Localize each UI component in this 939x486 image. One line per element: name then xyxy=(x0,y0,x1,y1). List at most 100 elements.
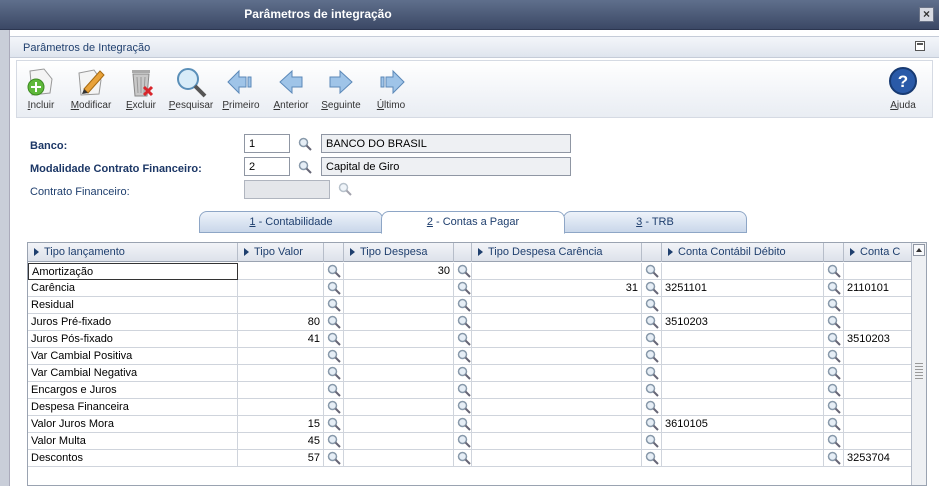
incluir-button[interactable]: Incluir xyxy=(17,65,65,111)
search-icon[interactable] xyxy=(457,281,471,295)
cell-debito[interactable] xyxy=(662,450,824,467)
cell-credito[interactable] xyxy=(844,399,912,416)
cell-lookup[interactable] xyxy=(824,382,844,399)
search-icon[interactable] xyxy=(827,366,841,380)
search-icon[interactable] xyxy=(457,332,471,346)
tab-contas-a-pagar[interactable]: 2 - Contas a Pagar xyxy=(381,211,565,234)
search-icon[interactable] xyxy=(327,264,341,278)
close-button[interactable]: × xyxy=(919,7,934,22)
search-icon[interactable] xyxy=(457,434,471,448)
cell-lookup[interactable] xyxy=(642,331,662,348)
cell-lookup[interactable] xyxy=(642,433,662,450)
cell-carencia[interactable]: 31 xyxy=(472,280,642,297)
col-header-tipo-despesa-carencia[interactable]: Tipo Despesa Carência xyxy=(472,243,642,262)
cell-lookup[interactable] xyxy=(454,348,472,365)
cell-credito[interactable] xyxy=(844,416,912,433)
pesquisar-button[interactable]: Pesquisar xyxy=(167,65,215,111)
cell-despesa[interactable]: 30 xyxy=(344,263,454,280)
search-icon[interactable] xyxy=(827,434,841,448)
cell-valor[interactable]: 80 xyxy=(238,314,324,331)
search-icon[interactable] xyxy=(827,315,841,329)
cell-lookup[interactable] xyxy=(824,433,844,450)
search-icon[interactable] xyxy=(827,298,841,312)
table-row[interactable]: Despesa Financeira xyxy=(28,399,912,416)
cell-despesa[interactable] xyxy=(344,314,454,331)
cell-credito[interactable] xyxy=(844,348,912,365)
cell-valor[interactable] xyxy=(238,348,324,365)
cell-despesa[interactable] xyxy=(344,399,454,416)
search-icon[interactable] xyxy=(645,315,659,329)
col-header-conta-contabil-debito[interactable]: Conta Contábil Débito xyxy=(662,243,824,262)
cell-lookup[interactable] xyxy=(824,331,844,348)
cell-lookup[interactable] xyxy=(642,450,662,467)
cell-credito[interactable] xyxy=(844,263,912,280)
cell-credito[interactable]: 3253704 xyxy=(844,450,912,467)
cell-carencia[interactable] xyxy=(472,263,642,280)
cell-carencia[interactable] xyxy=(472,416,642,433)
search-icon[interactable] xyxy=(827,332,841,346)
table-row[interactable]: Juros Pós-fixado 41 3510203 xyxy=(28,331,912,348)
table-row[interactable]: Residual xyxy=(28,297,912,314)
cell-debito[interactable]: 3610105 xyxy=(662,416,824,433)
search-icon[interactable] xyxy=(327,434,341,448)
search-icon[interactable] xyxy=(327,451,341,465)
cell-lookup[interactable] xyxy=(324,433,344,450)
search-icon[interactable] xyxy=(645,298,659,312)
cell-debito[interactable] xyxy=(662,297,824,314)
cell-valor[interactable]: 41 xyxy=(238,331,324,348)
contrato-code-input[interactable] xyxy=(244,180,330,199)
search-icon[interactable] xyxy=(327,332,341,346)
cell-valor[interactable]: 15 xyxy=(238,416,324,433)
cell-lookup[interactable] xyxy=(824,450,844,467)
search-icon[interactable] xyxy=(827,264,841,278)
cell-valor[interactable] xyxy=(238,382,324,399)
table-row[interactable]: Amortização 30 xyxy=(28,263,912,280)
cell-lookup[interactable] xyxy=(824,263,844,280)
search-icon[interactable] xyxy=(827,400,841,414)
search-icon[interactable] xyxy=(645,434,659,448)
minimize-icon[interactable] xyxy=(915,41,925,51)
search-icon[interactable] xyxy=(457,451,471,465)
search-icon[interactable] xyxy=(457,298,471,312)
cell-despesa[interactable] xyxy=(344,382,454,399)
col-header-conta-credito[interactable]: Conta C xyxy=(844,243,912,262)
table-row[interactable]: Valor Multa 45 xyxy=(28,433,912,450)
cell-lookup[interactable] xyxy=(324,263,344,280)
ultimo-button[interactable]: Último xyxy=(367,65,415,111)
cell-despesa[interactable] xyxy=(344,416,454,433)
cell-lookup[interactable] xyxy=(454,450,472,467)
cell-carencia[interactable] xyxy=(472,331,642,348)
search-icon[interactable] xyxy=(645,451,659,465)
search-icon[interactable] xyxy=(457,383,471,397)
cell-lookup[interactable] xyxy=(642,382,662,399)
cell-lookup[interactable] xyxy=(324,416,344,433)
cell-valor[interactable] xyxy=(238,280,324,297)
search-icon[interactable] xyxy=(645,264,659,278)
cell-debito[interactable]: 3251101 xyxy=(662,280,824,297)
cell-carencia[interactable] xyxy=(472,365,642,382)
table-row[interactable]: Juros Pré-fixado 80 3510203 xyxy=(28,314,912,331)
table-row[interactable]: Valor Juros Mora 15 3610105 xyxy=(28,416,912,433)
search-icon[interactable] xyxy=(327,298,341,312)
anterior-button[interactable]: Anterior xyxy=(267,65,315,111)
table-row[interactable]: Descontos 57 3253704 xyxy=(28,450,912,467)
cell-lookup[interactable] xyxy=(454,314,472,331)
modalidade-lookup-icon[interactable] xyxy=(298,160,312,174)
cell-lookup[interactable] xyxy=(642,399,662,416)
cell-lookup[interactable] xyxy=(642,365,662,382)
cell-lookup[interactable] xyxy=(324,297,344,314)
tab-contabilidade[interactable]: 1 - Contabilidade xyxy=(199,211,383,233)
cell-lookup[interactable] xyxy=(824,365,844,382)
primeiro-button[interactable]: Primeiro xyxy=(217,65,265,111)
cell-lookup[interactable] xyxy=(824,314,844,331)
scroll-up-icon[interactable] xyxy=(913,244,925,256)
search-icon[interactable] xyxy=(457,366,471,380)
cell-carencia[interactable] xyxy=(472,348,642,365)
cell-lookup[interactable] xyxy=(324,450,344,467)
cell-lookup[interactable] xyxy=(324,348,344,365)
table-row[interactable]: Var Cambial Negativa xyxy=(28,365,912,382)
scroll-grip[interactable] xyxy=(915,363,923,381)
cell-debito[interactable]: 3510203 xyxy=(662,314,824,331)
cell-lookup[interactable] xyxy=(642,280,662,297)
search-icon[interactable] xyxy=(457,349,471,363)
